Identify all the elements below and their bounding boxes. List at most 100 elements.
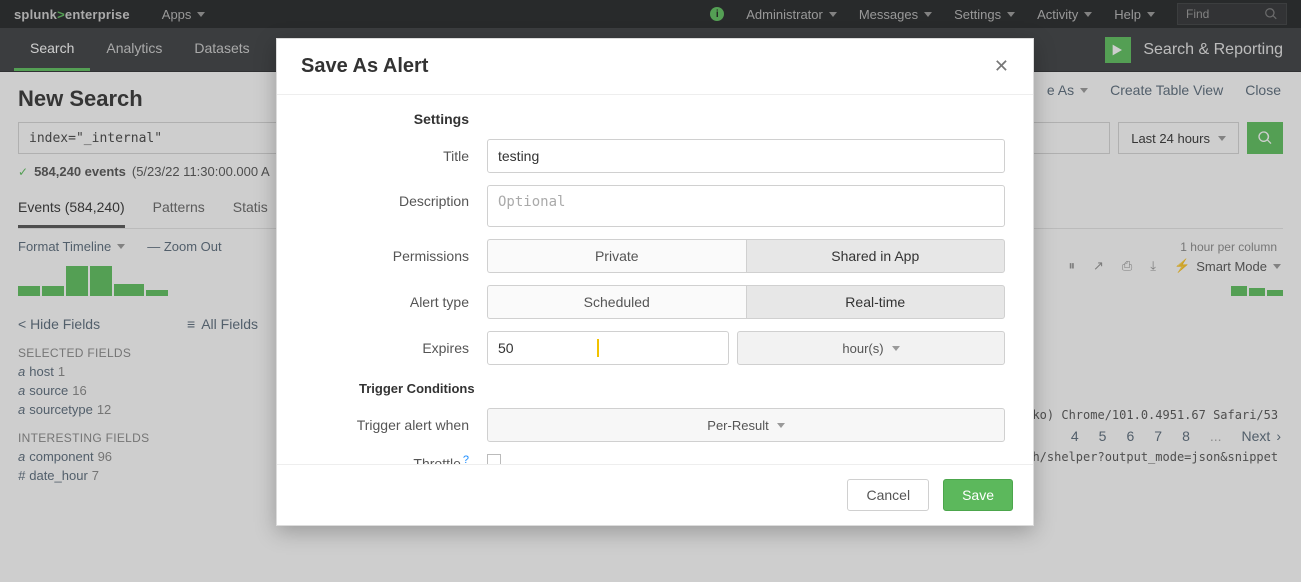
info-indicator[interactable]: i bbox=[710, 7, 724, 21]
label-title: Title bbox=[305, 148, 469, 164]
timeline-bar bbox=[1231, 286, 1247, 296]
field-sourcetype[interactable]: asourcetype12 bbox=[18, 402, 258, 417]
trigger-when-select[interactable]: Per-Result bbox=[487, 408, 1005, 442]
timeline-scale-label: 1 hour per column bbox=[1180, 240, 1283, 254]
chevron-down-icon bbox=[1084, 12, 1092, 17]
page-6[interactable]: 6 bbox=[1126, 428, 1134, 444]
chevron-right-icon: › bbox=[1276, 428, 1281, 444]
chevron-down-icon bbox=[197, 12, 205, 17]
permissions-shared[interactable]: Shared in App bbox=[746, 239, 1006, 273]
bolt-icon: ⚡ bbox=[1174, 258, 1190, 274]
check-icon: ✓ bbox=[18, 165, 28, 179]
nav-tab-datasets[interactable]: Datasets bbox=[178, 28, 265, 71]
field-component[interactable]: acomponent96 bbox=[18, 449, 258, 464]
tab-events[interactable]: Events (584,240) bbox=[18, 191, 125, 228]
format-timeline-label: Format Timeline bbox=[18, 239, 111, 254]
page-8[interactable]: 8 bbox=[1182, 428, 1190, 444]
label-expires: Expires bbox=[305, 340, 469, 356]
expires-unit-select[interactable]: hour(s) bbox=[737, 331, 1005, 365]
page-7[interactable]: 7 bbox=[1154, 428, 1162, 444]
timeline-bar bbox=[146, 290, 168, 296]
all-fields-link[interactable]: ≡ All Fields bbox=[187, 316, 258, 332]
cancel-button[interactable]: Cancel bbox=[847, 479, 929, 511]
brand-bracket: > bbox=[57, 7, 65, 22]
chevron-down-icon bbox=[1080, 88, 1088, 93]
administrator-menu[interactable]: Administrator bbox=[746, 7, 837, 22]
pause-icon[interactable]: ⏸ bbox=[1068, 258, 1075, 274]
help-icon[interactable]: ? bbox=[463, 454, 469, 464]
print-icon[interactable]: ⎙ bbox=[1122, 258, 1132, 274]
activity-menu[interactable]: Activity bbox=[1037, 7, 1092, 22]
timeline-bar bbox=[66, 266, 88, 296]
alert-description-input[interactable] bbox=[487, 185, 1005, 227]
brand-logo: splunk>enterprise bbox=[14, 7, 130, 22]
global-find-input[interactable]: Find bbox=[1177, 3, 1287, 25]
field-source[interactable]: asource16 bbox=[18, 383, 258, 398]
label-alert-type: Alert type bbox=[305, 294, 469, 310]
global-topbar: splunk>enterprise Apps i Administrator M… bbox=[0, 0, 1301, 28]
next-label: Next bbox=[1242, 428, 1271, 444]
search-icon bbox=[1264, 7, 1278, 21]
timeline-bar bbox=[114, 284, 144, 296]
alert-title-input[interactable] bbox=[487, 139, 1005, 173]
zoom-out-button[interactable]: — Zoom Out bbox=[147, 239, 221, 254]
app-title-label: Search & Reporting bbox=[1143, 41, 1283, 59]
page-5[interactable]: 5 bbox=[1099, 428, 1107, 444]
share-icon[interactable]: ↗ bbox=[1093, 258, 1104, 274]
field-host[interactable]: ahost1 bbox=[18, 364, 258, 379]
results-pager: 4 5 6 7 8 ... Next › bbox=[1071, 428, 1281, 444]
alert-type-realtime[interactable]: Real-time bbox=[746, 285, 1006, 319]
timeline-bar bbox=[1249, 288, 1265, 296]
search-mode-menu[interactable]: ⚡ Smart Mode bbox=[1174, 258, 1281, 274]
label-description: Description bbox=[305, 185, 469, 209]
settings-menu[interactable]: Settings bbox=[954, 7, 1015, 22]
chevron-down-icon bbox=[1218, 136, 1226, 141]
format-timeline-menu[interactable]: Format Timeline bbox=[18, 239, 125, 254]
text-cursor bbox=[597, 339, 599, 357]
messages-menu[interactable]: Messages bbox=[859, 7, 932, 22]
help-menu[interactable]: Help bbox=[1114, 7, 1155, 22]
expires-value-input[interactable] bbox=[487, 331, 729, 365]
chevron-down-icon bbox=[1273, 264, 1281, 269]
timeline-bar bbox=[18, 286, 40, 296]
section-settings: Settings bbox=[305, 111, 469, 127]
alert-type-toggle: Scheduled Real-time bbox=[487, 285, 1005, 319]
brand-pre: splunk bbox=[14, 7, 57, 22]
page-4[interactable]: 4 bbox=[1071, 428, 1079, 444]
section-interesting-fields: INTERESTING FIELDS bbox=[18, 431, 258, 445]
time-range-picker[interactable]: Last 24 hours bbox=[1118, 122, 1239, 154]
info-icon: i bbox=[710, 7, 724, 21]
page-ellipsis: ... bbox=[1210, 428, 1222, 444]
create-table-view-link[interactable]: Create Table View bbox=[1110, 82, 1223, 98]
expires-unit-label: hour(s) bbox=[842, 341, 883, 356]
modal-footer: Cancel Save bbox=[277, 464, 1033, 525]
hide-fields-link[interactable]: < Hide Fields bbox=[18, 316, 100, 332]
alert-type-scheduled[interactable]: Scheduled bbox=[487, 285, 746, 319]
tab-statistics-cut[interactable]: Statis bbox=[233, 191, 268, 228]
all-fields-label: All Fields bbox=[201, 316, 258, 332]
throttle-checkbox[interactable] bbox=[487, 454, 501, 464]
permissions-private[interactable]: Private bbox=[487, 239, 746, 273]
save-as-menu[interactable]: e As bbox=[1047, 82, 1088, 98]
run-search-button[interactable] bbox=[1247, 122, 1283, 154]
save-button[interactable]: Save bbox=[943, 479, 1013, 511]
chevron-down-icon bbox=[892, 346, 900, 351]
nav-tab-analytics[interactable]: Analytics bbox=[90, 28, 178, 71]
nav-tab-search[interactable]: Search bbox=[14, 28, 90, 71]
search-icon bbox=[1257, 130, 1273, 146]
download-icon[interactable]: ⤓ bbox=[1150, 258, 1156, 274]
modal-close-button[interactable]: ✕ bbox=[994, 56, 1009, 77]
label-permissions: Permissions bbox=[305, 248, 469, 264]
app-title: Search & Reporting bbox=[1105, 28, 1301, 71]
modal-body: Settings Title Description Permissions P… bbox=[277, 95, 1033, 464]
close-link[interactable]: Close bbox=[1245, 82, 1281, 98]
chevron-down-icon bbox=[777, 423, 785, 428]
page-next[interactable]: Next › bbox=[1242, 428, 1281, 444]
tab-patterns[interactable]: Patterns bbox=[153, 191, 205, 228]
chevron-down-icon bbox=[1147, 12, 1155, 17]
page-action-links: e As Create Table View Close bbox=[1047, 82, 1281, 98]
apps-menu[interactable]: Apps bbox=[162, 7, 206, 22]
event-count: 584,240 events bbox=[34, 164, 126, 179]
activity-label: Activity bbox=[1037, 7, 1078, 22]
field-date-hour[interactable]: #date_hour7 bbox=[18, 468, 258, 483]
